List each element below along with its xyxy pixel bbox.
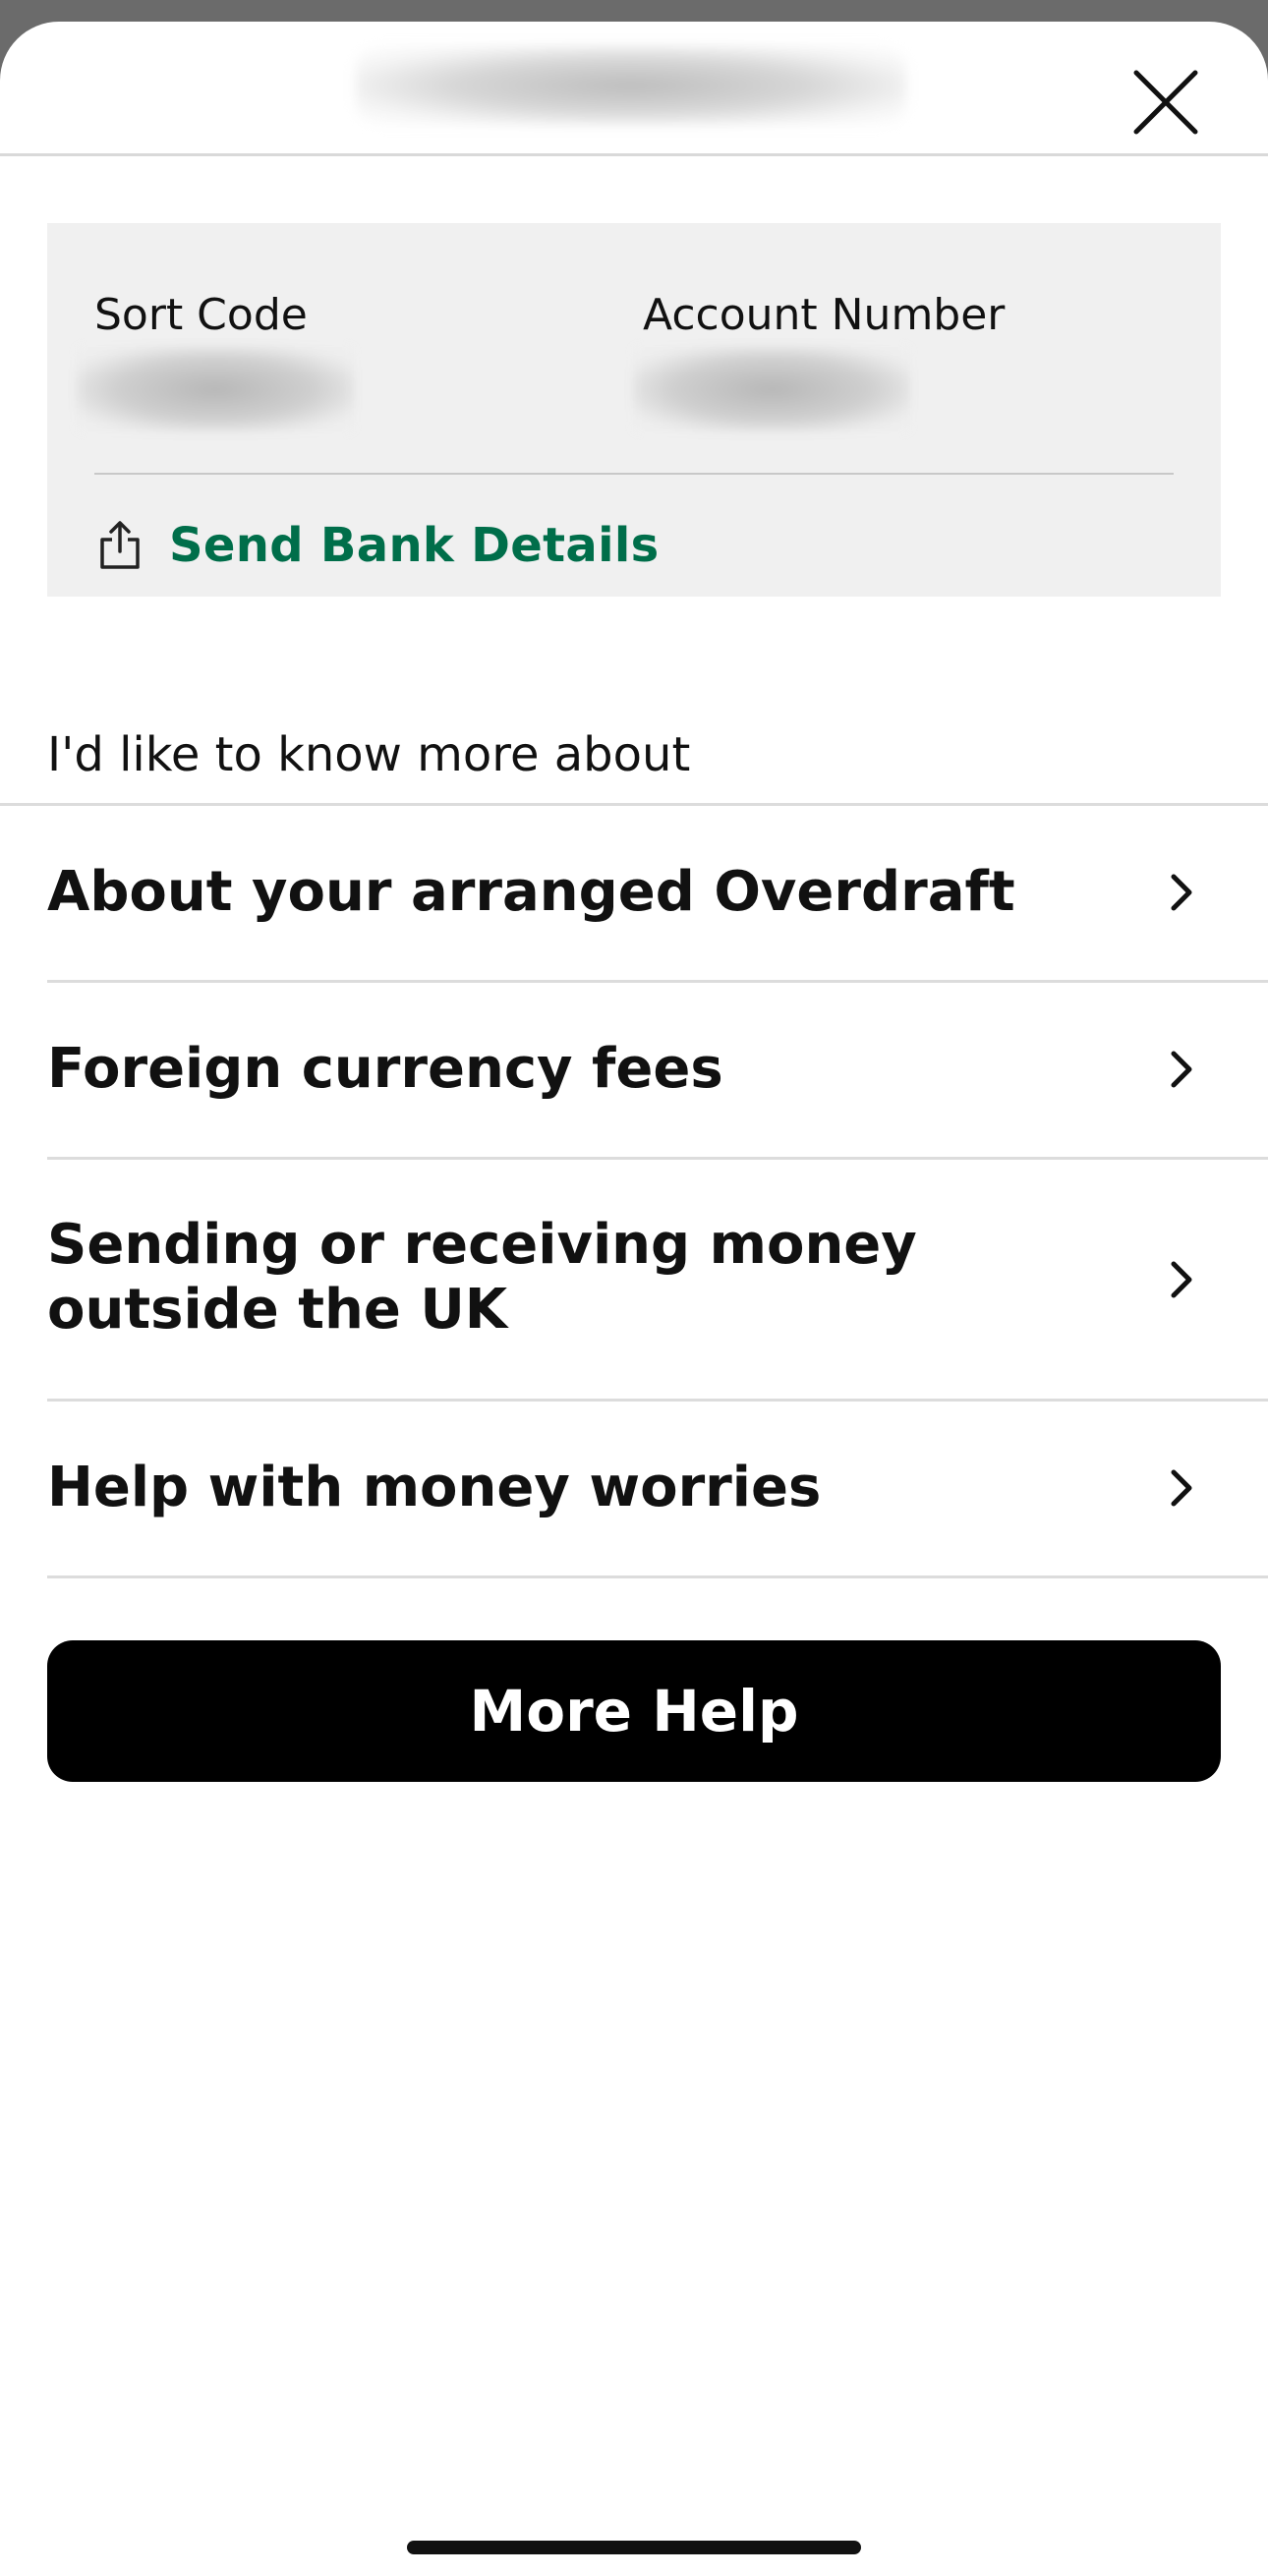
close-icon xyxy=(1133,70,1198,135)
divider xyxy=(94,473,1174,475)
chevron-right-icon xyxy=(1171,1469,1192,1507)
home-indicator xyxy=(407,2541,861,2554)
list-item-label: About your arranged Overdraft xyxy=(47,860,1015,924)
chevron-right-icon xyxy=(1171,1261,1192,1298)
bank-details-card: Sort Code Account Number Send Bank Detai… xyxy=(47,223,1221,597)
bottom-sheet: Sort Code Account Number Send Bank Detai… xyxy=(0,22,1268,2576)
list-item-money-worries[interactable]: Help with money worries xyxy=(47,1402,1268,1578)
send-bank-details-label: Send Bank Details xyxy=(169,518,660,573)
chevron-right-icon xyxy=(1171,874,1192,911)
list-item-label: Help with money worries xyxy=(47,1456,822,1519)
list-item-label: Foreign currency fees xyxy=(47,1037,723,1101)
redacted-title xyxy=(356,46,906,125)
chevron-right-icon xyxy=(1171,1051,1192,1088)
list-item-overdraft[interactable]: About your arranged Overdraft xyxy=(47,806,1268,983)
sort-code-label: Sort Code xyxy=(94,290,308,340)
account-number-label: Account Number xyxy=(643,290,1006,340)
sheet-header xyxy=(0,22,1268,156)
list-item-money-outside-uk[interactable]: Sending or receiving money outside the U… xyxy=(47,1160,1268,1402)
help-intro-text: I'd like to know more about xyxy=(47,727,691,782)
redacted-account-number xyxy=(633,347,910,431)
list-item-foreign-currency-fees[interactable]: Foreign currency fees xyxy=(47,983,1268,1160)
close-button[interactable] xyxy=(1132,69,1199,136)
more-help-button[interactable]: More Help xyxy=(47,1640,1221,1782)
list-item-label: Sending or receiving money outside the U… xyxy=(47,1213,917,1342)
share-icon xyxy=(100,521,140,569)
send-bank-details-button[interactable]: Send Bank Details xyxy=(98,510,659,581)
redacted-sort-code xyxy=(77,347,354,431)
